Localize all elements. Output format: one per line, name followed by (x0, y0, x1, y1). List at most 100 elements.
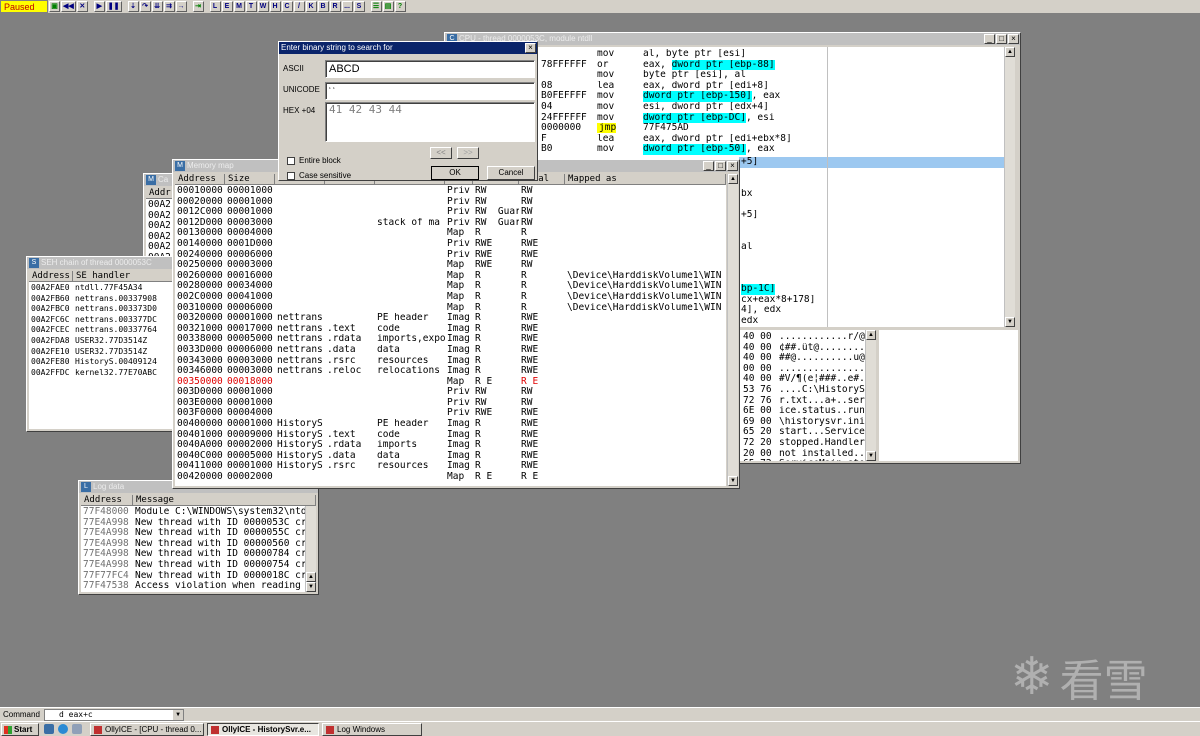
toolbar-window-button[interactable]: C (281, 1, 293, 12)
disasm-line[interactable]: 24FFFFFF mov dword ptr [ebp-DC], esi (539, 112, 919, 124)
table-row[interactable]: 0012D000 00003000 stack of ma Priv RW Guar RW (175, 218, 726, 229)
table-row[interactable]: 002C0000 00041000 Map R R \Device\HarddiskVol… (175, 292, 726, 303)
cancel-button[interactable]: Cancel (487, 166, 535, 180)
close-icon[interactable]: × (1008, 34, 1019, 44)
table-row[interactable]: 00346000 00003000 nettrans .reloc relocation… (175, 366, 726, 377)
appearance-button[interactable]: ▤ (382, 1, 394, 12)
dump-line[interactable]: 00 00................ (741, 364, 867, 375)
toolbar-window-button[interactable]: M (233, 1, 245, 12)
scroll-up-icon[interactable]: ▲ (1005, 47, 1015, 57)
table-row[interactable]: 77E4A998 New thread with ID 00000560 cr (81, 539, 305, 550)
command-input[interactable]: d eax+c ▼ (44, 709, 184, 721)
table-row[interactable]: 00140000 0001D000 Priv RWE RWE (175, 239, 726, 250)
table-row[interactable]: 00A2FDA8 USER32.77D3514Z (29, 336, 185, 347)
table-row[interactable]: 00130000 00004000 Map R R (175, 228, 726, 239)
table-row[interactable]: 77E4A998 New thread with ID 0000053C cr (81, 518, 305, 529)
disasm-line-fragment[interactable] (741, 231, 941, 242)
toolbar-window-button[interactable]: B (317, 1, 329, 12)
disasm-line[interactable]: mov byte ptr [esi], al (539, 70, 919, 81)
toolbar-window-button[interactable]: H (269, 1, 281, 12)
table-row[interactable]: 00260000 00016000 Map R R \Device\HarddiskVol… (175, 271, 726, 282)
toolbar-window-button[interactable]: R (329, 1, 341, 12)
table-row[interactable]: 77E4A998 New thread with ID 00000754 cr (81, 560, 305, 571)
table-row[interactable]: 77F47538 Access violation when reading (81, 581, 305, 592)
pause-button[interactable]: ❚❚ (105, 1, 122, 12)
table-row[interactable]: 00280000 00034000 Map R R \Device\HarddiskVol… (175, 281, 726, 292)
chevron-down-icon[interactable]: ▼ (173, 710, 183, 720)
dump-line[interactable]: 65 72ServiceMain stop (741, 459, 867, 461)
disasm-line[interactable]: 0000000 jmp 77F475AD (539, 123, 919, 134)
seh-pane[interactable]: Address SE handler 00A2FAE0 ntdll.77F45A3… (29, 271, 185, 429)
table-row[interactable]: 00A2FAE0 ntdll.77F45A34 (29, 283, 185, 294)
maximize-icon[interactable]: □ (715, 161, 726, 171)
table-row[interactable]: 00010000 00001000 Priv RW RW (175, 186, 726, 197)
table-row[interactable]: 003D0000 00001000 Priv RW RW (175, 387, 726, 398)
table-row[interactable]: 00400000 00001000 HistoryS PE header Imag R RW… (175, 419, 726, 430)
close-button[interactable]: ✕ (76, 1, 88, 12)
minimize-icon[interactable]: _ (984, 34, 995, 44)
table-row[interactable]: 00A2FC6C nettrans.003377DC (29, 315, 185, 326)
table-row[interactable]: 00A2FCEC nettrans.00337764 (29, 325, 185, 336)
table-row[interactable]: 00A2FE80 HistoryS.00409124 (29, 357, 185, 368)
ok-button[interactable]: OK (431, 166, 479, 180)
table-row[interactable]: 00320000 00001000 nettrans PE header Imag R RW… (175, 313, 726, 324)
toolbar-window-button[interactable]: L (209, 1, 221, 12)
dump-line[interactable]: 72 20 stopped.Handler (741, 438, 867, 449)
unicode-input[interactable]: ‘ ‘ (325, 82, 535, 100)
previous-button[interactable]: << (430, 147, 452, 159)
table-row[interactable]: 00310000 00006000 Map R R \Device\HarddiskVol… (175, 303, 726, 314)
table-row[interactable]: 00401000 00009000 HistoryS .text code Imag R RW… (175, 430, 726, 441)
execute-till-return-button[interactable]: → (175, 1, 187, 12)
close-icon[interactable]: × (727, 161, 738, 171)
disasm-line-fragment[interactable]: cx+eax*8+178] (741, 295, 941, 306)
seh-titlebar[interactable]: S SEH chain of thread 0000053C (27, 257, 187, 269)
table-row[interactable]: 0040C000 00005000 HistoryS .data data Imag R RW… (175, 451, 726, 462)
dump-line[interactable]: 40 00 ............r/@. (741, 332, 867, 343)
disasm-line-fragment[interactable]: edx (741, 316, 941, 327)
open-file-button[interactable]: ▣ (49, 1, 60, 12)
dump-line[interactable]: 20 00 not installed... (741, 449, 867, 460)
help-button[interactable]: ? (394, 1, 406, 12)
toolbar-window-button[interactable]: T (245, 1, 257, 12)
table-row[interactable]: 00350000 00018000 Map R E R E (175, 377, 726, 388)
disasm-line-fragment[interactable]: bx (741, 189, 941, 200)
entire-block-checkbox[interactable]: Entire block (287, 156, 341, 165)
log-scrollbar[interactable]: ▲ ▼ (305, 506, 316, 592)
disassembly-scrollbar[interactable]: ▲ ▼ (1004, 47, 1015, 327)
disasm-line-fragment[interactable] (741, 252, 941, 263)
dump-line[interactable]: 69 00 \historysvr.ini. (741, 417, 867, 428)
go-to-button[interactable]: ⇥ (192, 1, 204, 12)
table-row[interactable]: 00240000 00006000 Priv RWE RWE (175, 250, 726, 261)
disasm-line-fragment[interactable] (741, 178, 941, 189)
memory-map-scrollbar[interactable]: ▲ ▼ (727, 174, 738, 486)
scroll-down-icon[interactable]: ▼ (866, 451, 876, 461)
case-sensitive-checkbox[interactable]: Case sensitive (287, 171, 351, 180)
table-row[interactable]: 00343000 00003000 nettrans .rsrc resources Im… (175, 356, 726, 367)
restart-button[interactable]: ◀◀ (61, 1, 76, 12)
table-row[interactable]: 003E0000 00001000 Priv RW RW (175, 398, 726, 409)
scroll-up-icon[interactable]: ▲ (728, 174, 738, 184)
table-row[interactable]: 00338000 00005000 nettrans .rdata imports,ex… (175, 334, 726, 345)
disasm-line[interactable]: Flea eax, dword ptr [edi+ebx*8] (539, 134, 919, 145)
toolbar-window-button[interactable]: K (305, 1, 317, 12)
disasm-line[interactable]: mov al, byte ptr [esi] (539, 49, 919, 60)
table-row[interactable]: 00250000 00003000 Map RWE RW (175, 260, 726, 271)
scroll-down-icon[interactable]: ▼ (1005, 317, 1015, 327)
task-button-historysvr[interactable]: OllyICE - HistorySvr.e... (207, 722, 319, 736)
disasm-line[interactable]: 04 mov esi, dword ptr [edx+4] (539, 102, 919, 113)
dump-line[interactable]: 65 20 start...Service (741, 427, 867, 438)
quick-launch-icon[interactable] (72, 724, 82, 734)
disasm-line-fragment[interactable] (741, 199, 941, 210)
log-pane[interactable]: Address Message 77F48000 Module C:\WINDOW… (81, 495, 316, 592)
disasm-line[interactable]: 78FFFFFF or eax, dword ptr [ebp-88] (539, 59, 919, 71)
table-row[interactable]: 00A2FB60 nettrans.00337908 (29, 294, 185, 305)
disasm-line-fragment[interactable]: +5] (741, 157, 941, 168)
quick-launch-icon[interactable] (44, 724, 54, 734)
step-into-button[interactable]: ⇣ (127, 1, 139, 12)
dump-scrollbar[interactable]: ▲ ▼ (865, 330, 876, 461)
table-row[interactable]: 00A2FBC0 nettrans.003373D0 (29, 304, 185, 315)
disasm-line-fragment[interactable] (741, 221, 941, 232)
step-over-button[interactable]: ↷ (139, 1, 151, 12)
disasm-line[interactable]: B0 mov dword ptr [ebp-50], eax (539, 144, 919, 155)
disasm-line-fragment[interactable] (741, 263, 941, 274)
